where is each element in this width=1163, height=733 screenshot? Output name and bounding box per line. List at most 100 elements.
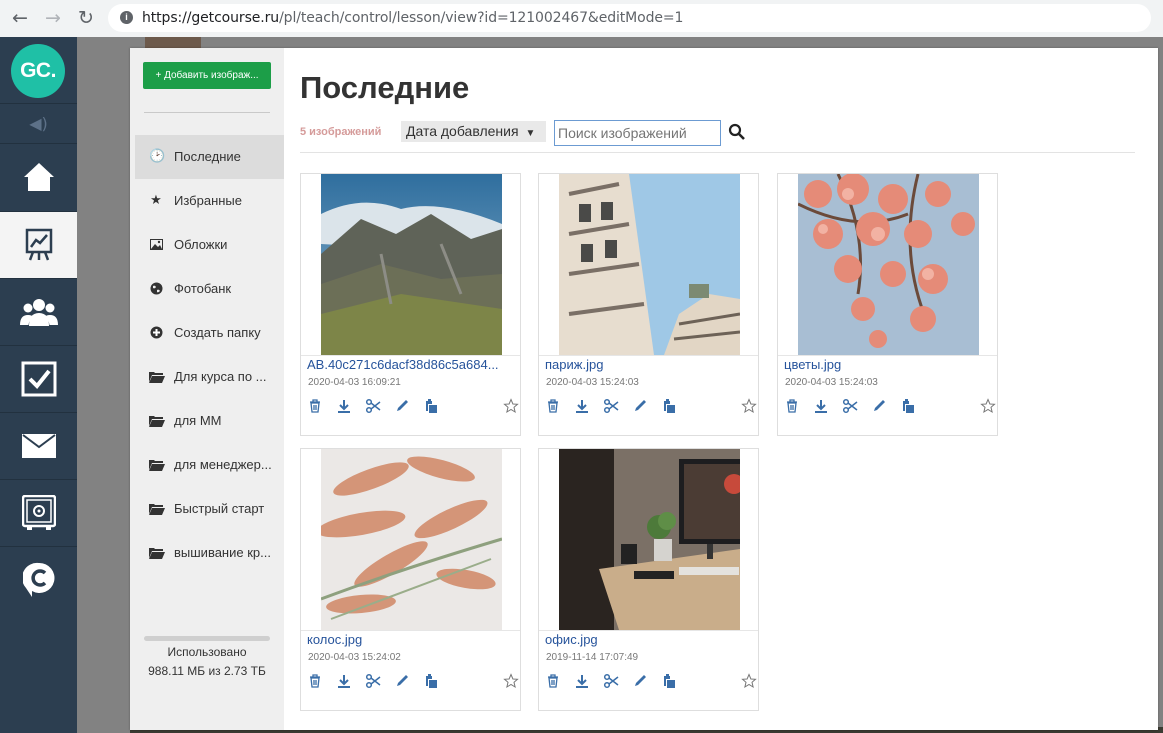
scissors-icon[interactable] [603,398,619,414]
sidebar-item-folder[interactable]: Быстрый старт [135,487,284,531]
page-title: Последние [300,70,470,105]
image-card[interactable]: колос.jpg 2020-04-03 15:24:02 [300,448,521,711]
pencil-icon[interactable] [394,673,410,689]
image-thumbnail-flowers[interactable] [798,174,979,355]
sidebar-item-label: Фотобанк [174,281,232,296]
url-text[interactable]: https://getcourse.ru/pl/teach/control/le… [142,10,683,26]
star-outline-icon[interactable] [503,673,519,689]
image-date: 2020-04-03 15:24:02 [308,652,401,663]
pencil-icon[interactable] [632,673,648,689]
image-actions [545,398,757,414]
back-icon[interactable]: ← [8,6,32,30]
image-name[interactable]: колос.jpg [307,632,517,647]
pencil-icon[interactable] [871,398,887,414]
search-icon[interactable] [728,123,746,141]
image-actions [307,673,519,689]
users-icon[interactable] [0,278,77,345]
forward-icon[interactable]: → [41,6,65,30]
image-name[interactable]: офис.jpg [545,632,755,647]
sidebar-item-folder[interactable]: для ММ [135,399,284,443]
sidebar-item-folder[interactable]: для менеджер... [135,443,284,487]
trash-icon[interactable] [307,673,323,689]
chat-c-icon[interactable] [0,546,77,613]
scissors-icon[interactable] [365,398,381,414]
download-icon[interactable] [336,673,352,689]
star-outline-icon[interactable] [980,398,996,414]
scissors-icon[interactable] [842,398,858,414]
image-card[interactable]: париж.jpg 2020-04-03 15:24:03 [538,173,759,436]
paste-icon[interactable] [661,673,677,689]
storage-usage-label: Использовано [167,645,247,659]
search-input[interactable] [554,120,721,146]
address-bar[interactable]: i https://getcourse.ru/pl/teach/control/… [108,4,1151,32]
sidebar-item-label: Обложки [174,237,228,252]
image-card[interactable]: цветы.jpg 2020-04-03 15:24:03 [777,173,998,436]
image-icon [149,223,163,267]
sort-select[interactable]: Дата добавления ▼ [401,121,546,142]
sidebar-item-covers[interactable]: Обложки [135,223,284,267]
divider [300,152,1135,153]
download-icon[interactable] [336,398,352,414]
folder-icon [149,443,165,487]
image-thumbnail-office[interactable] [559,449,740,630]
sidebar-item-recent[interactable]: 🕑 Последние [135,135,284,179]
chart-board-icon[interactable] [0,211,77,278]
image-count: 5 изображений [300,126,382,138]
paste-icon[interactable] [661,398,677,414]
sidebar-item-photobank[interactable]: Фотобанк [135,267,284,311]
trash-icon[interactable] [784,398,800,414]
image-name[interactable]: AB.40c271c6dacf38d86c5a684... [307,357,517,372]
image-name[interactable]: цветы.jpg [784,357,994,372]
browser-toolbar: ← → ↻ i https://getcourse.ru/pl/teach/co… [0,0,1163,38]
paste-icon[interactable] [900,398,916,414]
pencil-icon[interactable] [394,398,410,414]
site-info-icon[interactable]: i [120,11,133,24]
trash-icon[interactable] [545,398,561,414]
dropdown-arrow-icon: ▼ [525,128,536,139]
download-icon[interactable] [813,398,829,414]
paste-icon[interactable] [423,398,439,414]
sidebar-item-folder[interactable]: вышивание кр... [135,531,284,575]
image-thumbnail-mountain[interactable] [321,174,502,355]
trash-icon[interactable] [545,673,561,689]
envelope-icon[interactable] [0,412,77,479]
sidebar-item-label: Быстрый старт [174,501,265,516]
star-icon: ★ [150,193,162,208]
scissors-icon[interactable] [603,673,619,689]
paste-icon[interactable] [423,673,439,689]
image-library-modal: + Добавить изображ... 🕑 Последние ★ Избр… [130,48,1158,730]
gc-logo[interactable]: GC. [11,44,65,98]
star-outline-icon[interactable] [503,398,519,414]
home-icon[interactable] [0,143,77,210]
folder-icon [149,399,165,443]
divider [539,355,758,356]
sidebar-item-create-folder[interactable]: Создать папку [135,311,284,355]
add-image-button[interactable]: + Добавить изображ... [143,62,271,89]
plus-circle-icon [149,311,163,355]
trash-icon[interactable] [307,398,323,414]
sidebar-item-folder[interactable]: Для курса по ... [135,355,284,399]
image-name[interactable]: париж.jpg [545,357,755,372]
image-card[interactable]: AB.40c271c6dacf38d86c5a684... 2020-04-03… [300,173,521,436]
pencil-icon[interactable] [632,398,648,414]
download-icon[interactable] [574,398,590,414]
sidebar-item-favorites[interactable]: ★ Избранные [135,179,284,223]
download-icon[interactable] [574,673,590,689]
image-card[interactable]: офис.jpg 2019-11-14 17:07:49 [538,448,759,711]
star-outline-icon[interactable] [741,673,757,689]
scissors-icon[interactable] [365,673,381,689]
globe-icon [149,267,163,311]
megaphone-icon[interactable]: ◀) [0,103,77,144]
url-path: /pl/teach/control/lesson/view?id=1210024… [279,10,684,26]
checkbox-icon[interactable] [0,345,77,412]
divider [539,630,758,631]
sidebar-item-label: Для курса по ... [174,369,267,384]
reload-icon[interactable]: ↻ [74,6,98,30]
image-thumbnail-paris[interactable] [559,174,740,355]
image-date: 2020-04-03 15:24:03 [546,377,639,388]
safe-icon[interactable] [0,479,77,546]
star-outline-icon[interactable] [741,398,757,414]
image-thumbnail-spikelets[interactable] [321,449,502,630]
image-date: 2020-04-03 15:24:03 [785,377,878,388]
image-actions [307,398,519,414]
